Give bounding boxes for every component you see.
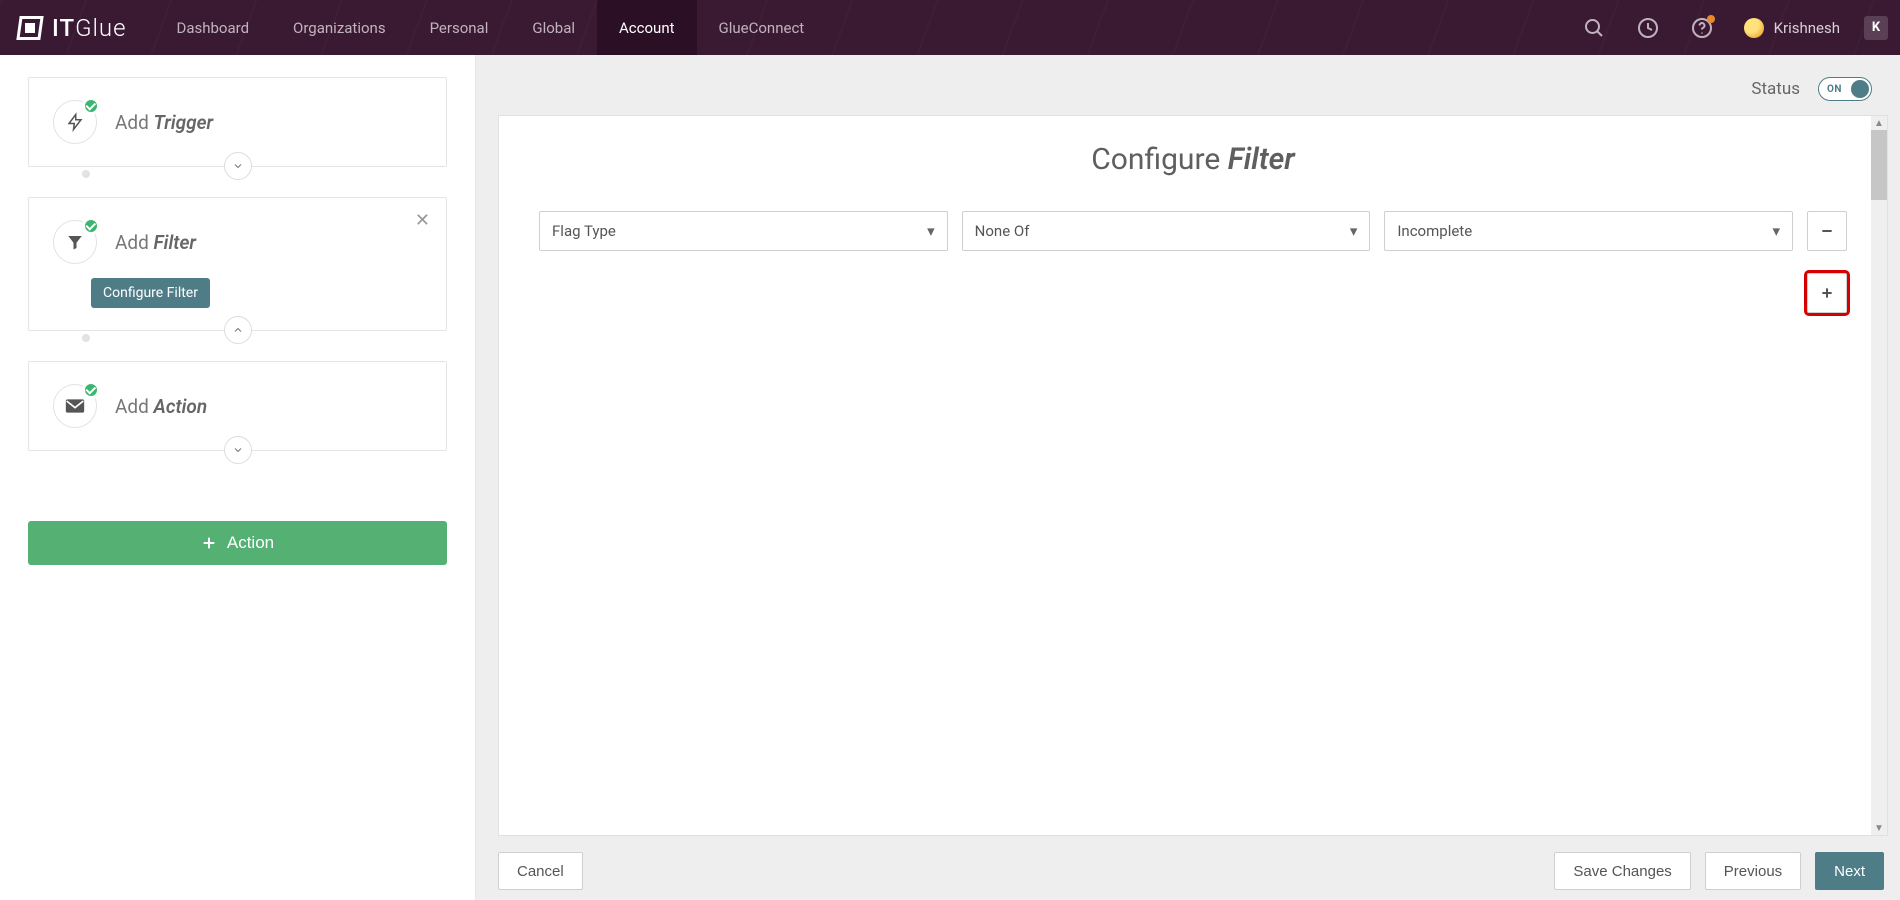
nav-item-glueconnect[interactable]: GlueConnect (697, 0, 827, 55)
configure-filter-label: Configure Filter (103, 285, 198, 301)
nav-item-organizations[interactable]: Organizations (271, 0, 408, 55)
bolt-icon (53, 100, 97, 144)
select-value: None Of (975, 222, 1030, 240)
search-icon[interactable] (1576, 10, 1612, 46)
select-value: Flag Type (552, 222, 616, 240)
help-icon[interactable] (1684, 10, 1720, 46)
avatar-icon (1744, 18, 1764, 38)
filter-row: Flag Type ▾ None Of ▾ Incomplete ▾ (539, 211, 1847, 251)
step-card-action[interactable]: Add Action (28, 361, 447, 451)
minus-icon (1819, 223, 1835, 239)
user-menu[interactable]: Krishnesh (1738, 18, 1846, 38)
check-badge-icon (82, 217, 100, 235)
add-filter-button[interactable] (1807, 273, 1847, 313)
scroll-down-icon[interactable]: ▼ (1871, 821, 1887, 835)
remove-filter-button[interactable] (1807, 211, 1847, 251)
step-kind-text: Filter (154, 231, 196, 254)
add-action-label: Action (227, 533, 274, 553)
close-icon[interactable]: ✕ (415, 212, 430, 230)
status-label: Status (1751, 79, 1800, 99)
step-card-filter[interactable]: ✕ Add Filter Configure Filter (28, 197, 447, 331)
toggle-ball-icon (1851, 80, 1869, 98)
nav-items: Dashboard Organizations Personal Global … (155, 0, 827, 55)
nav-item-global[interactable]: Global (510, 0, 597, 55)
previous-label: Previous (1724, 863, 1782, 880)
toggle-text: ON (1827, 84, 1842, 95)
scroll-up-icon[interactable]: ▲ (1871, 116, 1887, 130)
step-kind-text: Action (154, 395, 208, 418)
user-name: Krishnesh (1774, 19, 1840, 37)
plus-icon (1819, 285, 1835, 301)
configure-panel: Configure Filter Flag Type ▾ None Of ▾ I… (498, 115, 1888, 836)
nav-item-label: Personal (430, 19, 489, 37)
step-add-text: Add (115, 111, 149, 134)
check-badge-icon (82, 381, 100, 399)
nav-item-label: Dashboard (177, 19, 250, 37)
step-kind-text: Trigger (154, 111, 214, 134)
status-toggle[interactable]: ON (1818, 77, 1872, 101)
nav-item-dashboard[interactable]: Dashboard (155, 0, 272, 55)
configure-area: Status ON Configure Filter Flag Type ▾ (476, 55, 1900, 900)
nav-item-label: Organizations (293, 19, 386, 37)
select-value[interactable]: Incomplete ▾ (1384, 211, 1793, 251)
step-title: Add Filter (115, 231, 196, 254)
logo-text-thin: Glue (75, 14, 126, 42)
workflow-sidebar: Add Trigger ✕ Add Filter (0, 55, 476, 900)
step-title: Add Action (115, 395, 207, 418)
previous-button[interactable]: Previous (1705, 852, 1801, 890)
plus-icon (201, 535, 217, 551)
nav-item-label: Global (532, 19, 575, 37)
panel-title-b: Filter (1228, 142, 1295, 177)
footer-actions: Cancel Save Changes Previous Next (498, 852, 1888, 890)
nav-item-personal[interactable]: Personal (408, 0, 511, 55)
step-add-text: Add (115, 395, 149, 418)
envelope-icon (53, 384, 97, 428)
next-button[interactable]: Next (1815, 852, 1884, 890)
history-icon[interactable] (1630, 10, 1666, 46)
logo-mark-icon (16, 16, 43, 40)
select-field[interactable]: Flag Type ▾ (539, 211, 948, 251)
collapse-toggle[interactable] (224, 316, 252, 344)
cancel-button[interactable]: Cancel (498, 852, 583, 890)
nav-item-label: GlueConnect (719, 19, 805, 37)
nav-right: Krishnesh K (1576, 10, 1900, 46)
nav-item-label: Account (619, 19, 675, 37)
logo-text-bold: IT (52, 14, 75, 42)
save-button[interactable]: Save Changes (1554, 852, 1690, 890)
select-value-text: Incomplete (1397, 222, 1472, 240)
expand-toggle[interactable] (224, 436, 252, 464)
check-badge-icon (82, 97, 100, 115)
panel-title: Configure Filter (539, 142, 1847, 177)
logo[interactable]: ITGlue (0, 14, 155, 42)
app-badge[interactable]: K (1864, 16, 1888, 40)
app-badge-letter: K (1872, 20, 1880, 35)
step-title: Add Trigger (115, 111, 213, 134)
step-card-trigger[interactable]: Add Trigger (28, 77, 447, 167)
caret-down-icon: ▾ (927, 222, 935, 240)
funnel-icon (53, 220, 97, 264)
scroll-thumb[interactable] (1871, 130, 1887, 200)
panel-title-a: Configure (1091, 142, 1220, 177)
scrollbar[interactable]: ▲ ▼ (1871, 116, 1887, 835)
select-operator[interactable]: None Of ▾ (962, 211, 1371, 251)
next-label: Next (1834, 863, 1865, 880)
cancel-label: Cancel (517, 863, 564, 880)
save-label: Save Changes (1573, 863, 1671, 880)
status-bar: Status ON (476, 55, 1900, 107)
top-nav: ITGlue Dashboard Organizations Personal … (0, 0, 1900, 55)
nav-item-account[interactable]: Account (597, 0, 697, 55)
step-add-text: Add (115, 231, 149, 254)
add-action-button[interactable]: Action (28, 521, 447, 565)
caret-down-icon: ▾ (1350, 222, 1358, 240)
notification-dot-icon (1707, 15, 1715, 23)
expand-toggle[interactable] (224, 152, 252, 180)
caret-down-icon: ▾ (1772, 222, 1780, 240)
configure-filter-button[interactable]: Configure Filter (91, 278, 210, 308)
